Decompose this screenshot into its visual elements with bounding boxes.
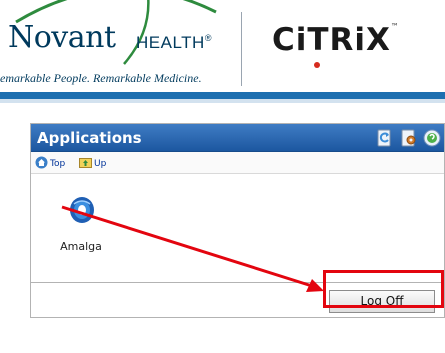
settings-icon[interactable] — [400, 129, 418, 147]
top-link[interactable]: Top — [35, 156, 75, 170]
header-divider — [241, 12, 242, 86]
novant-wordmark: Novant — [8, 20, 116, 55]
up-link[interactable]: Up — [79, 156, 115, 170]
panel-title: Applications — [37, 129, 142, 147]
header-accent-bar — [0, 92, 445, 99]
tagline: emarkable People. Remarkable Medicine. — [0, 71, 202, 85]
citrix-logo: CiTRiX™ — [272, 22, 400, 58]
home-icon — [35, 156, 48, 169]
app-amalga[interactable]: Amalga — [51, 196, 111, 256]
health-wordmark: HEALTH® — [136, 33, 212, 52]
page-header: Novant HEALTH® emarkable People. Remarka… — [0, 0, 445, 92]
up-link-label: Up — [94, 159, 107, 169]
refresh-icon[interactable] — [376, 129, 394, 147]
log-off-button[interactable]: Log Off — [329, 290, 435, 313]
navigation-toolbar: Top Up — [31, 152, 444, 174]
folder-up-icon — [79, 158, 92, 168]
panel-header: Applications — [31, 124, 444, 152]
novant-health-logo: Novant HEALTH® emarkable People. Remarka… — [0, 0, 240, 92]
panel-footer: Log Off — [31, 282, 444, 317]
citrix-logo-dot — [314, 62, 320, 68]
applications-panel: Applications Top Up Amalga Log Off — [30, 123, 445, 318]
help-icon[interactable] — [423, 129, 441, 147]
top-link-label: Top — [50, 159, 66, 169]
amalga-app-label: Amalga — [60, 240, 102, 253]
header-accent-bar-light — [0, 99, 445, 103]
amalga-app-icon — [70, 197, 94, 223]
